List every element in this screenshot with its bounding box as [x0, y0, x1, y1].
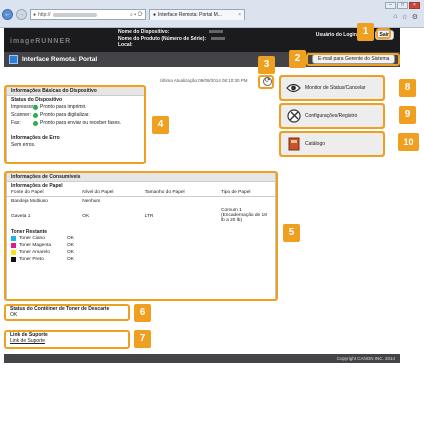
tab-label: Interface Remota: Portal M... — [158, 12, 222, 18]
address-text: http:// — [38, 11, 51, 18]
browser-tab[interactable]: ● Interface Remota: Portal M... × — [149, 9, 245, 20]
page-title: Interface Remota: Portal — [22, 56, 98, 63]
redacted-product-name — [211, 36, 226, 40]
device-info-header: Nome do Dispositivo: Nome do Produto (Nú… — [118, 29, 226, 49]
device-name-label: Nome do Dispositivo: — [118, 29, 170, 35]
highlight-frame — [279, 75, 385, 101]
highlight-frame — [4, 304, 130, 321]
highlight-frame — [376, 28, 391, 39]
callout-badge: 5 — [283, 224, 300, 242]
star-icon[interactable]: ☆ — [401, 13, 407, 21]
browser-toolbar-icons: ⌂ ☆ ⚙ — [393, 13, 418, 21]
maximize-button[interactable]: □ — [397, 2, 408, 9]
gear-icon[interactable]: ⚙ — [412, 13, 418, 21]
callout-badge: 3 — [258, 56, 275, 74]
callout-badge: 6 — [134, 304, 151, 322]
callout-badge: 1 — [357, 23, 374, 41]
location-label: Local: — [118, 42, 133, 48]
highlight-frame — [258, 75, 274, 89]
highlight-frame — [306, 53, 400, 66]
callout-badge: 8 — [399, 79, 416, 97]
last-update-text: Última Atualização:09/09/2014 08:10:30 P… — [160, 78, 248, 83]
redacted-device-name — [209, 30, 224, 33]
callout-badge: 4 — [152, 116, 169, 134]
footer-copyright: Copyright CANON INC. 2014 — [4, 354, 400, 363]
address-bar[interactable]: ● http:// ⌕ ▾ ⟳ — [30, 9, 146, 20]
logo: imageRUNNER — [10, 38, 72, 45]
callout-badge: 9 — [399, 106, 416, 124]
user-label: Usuário do Login: — [315, 32, 359, 38]
highlight-frame — [279, 103, 385, 129]
home-icon[interactable]: ⌂ — [393, 13, 397, 21]
close-window-button[interactable]: × — [409, 2, 420, 9]
tab-icon: ● — [153, 12, 157, 18]
callout-badge: 7 — [134, 330, 151, 348]
callout-badge: 10 — [398, 133, 419, 151]
forward-button[interactable]: → — [16, 9, 27, 20]
back-button[interactable]: ← — [2, 9, 13, 20]
address-controls[interactable]: ⌕ ▾ ⟳ — [130, 12, 143, 18]
minimize-button[interactable]: – — [385, 2, 396, 9]
portal-icon — [9, 55, 18, 64]
highlight-frame — [4, 171, 278, 301]
highlight-frame — [4, 330, 130, 349]
redacted-address — [52, 12, 97, 17]
highlight-frame — [4, 85, 146, 164]
site-icon: ● — [33, 11, 37, 18]
highlight-frame — [279, 131, 385, 157]
page-header: imageRUNNER Nome do Dispositivo: Nome do… — [4, 28, 400, 52]
callout-badge: 2 — [289, 50, 306, 68]
product-name-label: Nome do Produto (Número de Série): — [118, 35, 207, 42]
navigation-bar: ← → ● http:// ⌕ ▾ ⟳ ● Interface Remota: … — [2, 9, 245, 20]
window-controls: – □ × — [385, 2, 420, 9]
tab-close-icon[interactable]: × — [238, 12, 241, 18]
